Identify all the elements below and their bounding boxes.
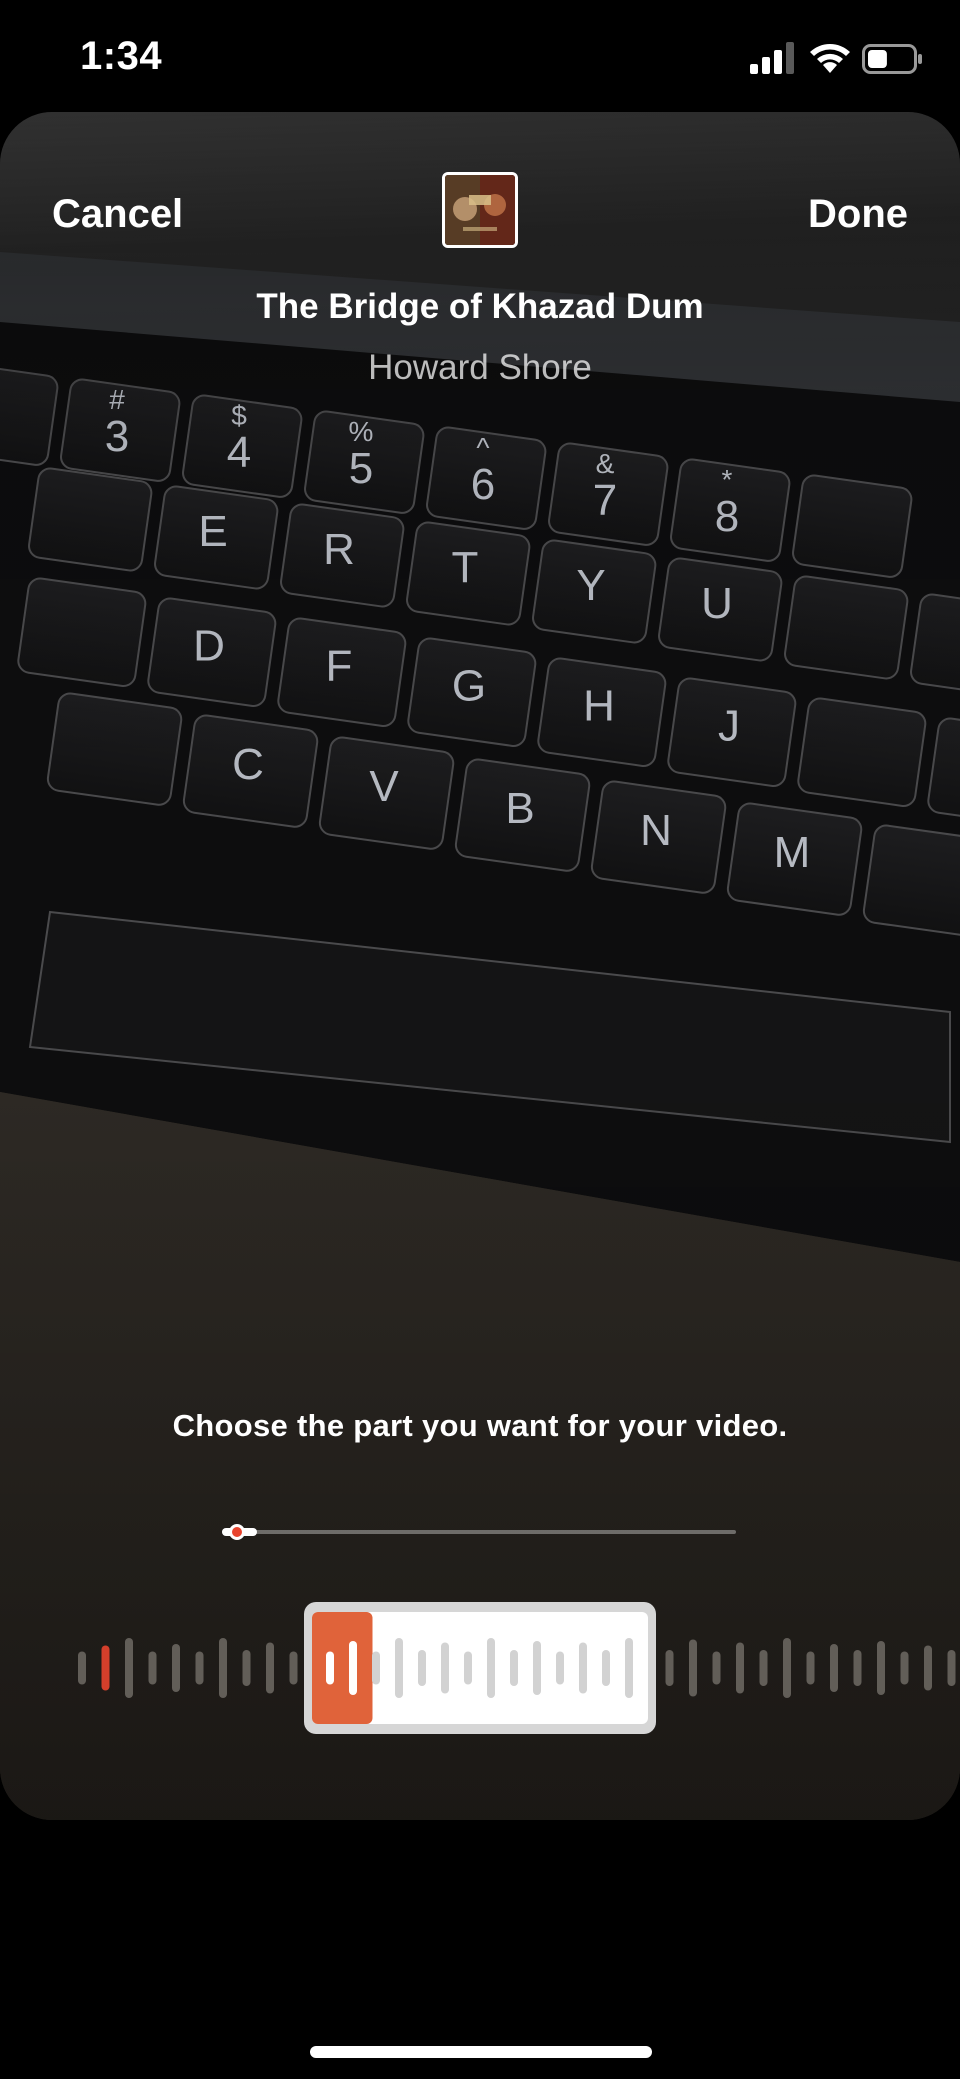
album-art bbox=[442, 172, 518, 248]
waveform-bar bbox=[219, 1638, 227, 1698]
waveform-bar bbox=[806, 1651, 815, 1685]
waveform-bar bbox=[101, 1645, 110, 1691]
selection-waveform-bar bbox=[441, 1642, 449, 1694]
picker-hint: Choose the part you want for your video. bbox=[172, 1408, 788, 1443]
selection-waveform-bar bbox=[625, 1638, 633, 1698]
waveform-bar bbox=[665, 1650, 674, 1686]
waveform-scrubber[interactable] bbox=[0, 1600, 960, 1740]
selection-waveform-bar bbox=[418, 1650, 426, 1686]
waveform-bar bbox=[148, 1651, 157, 1685]
cancel-button[interactable]: Cancel bbox=[52, 192, 183, 237]
selection-waveform-bar bbox=[533, 1641, 541, 1695]
status-bar: 1:34 bbox=[0, 0, 960, 112]
waveform-bar bbox=[195, 1651, 204, 1685]
selection-waveform-bar bbox=[556, 1651, 564, 1685]
waveform-bar bbox=[783, 1638, 791, 1698]
waveform-bar bbox=[947, 1650, 956, 1686]
wifi-icon bbox=[810, 44, 850, 73]
waveform-bar bbox=[78, 1651, 86, 1685]
selection-waveform-bar bbox=[349, 1641, 357, 1695]
waveform-bar bbox=[877, 1641, 885, 1695]
waveform-bar bbox=[712, 1651, 721, 1685]
battery-icon bbox=[862, 44, 922, 74]
selection-waveform-bar bbox=[487, 1638, 495, 1698]
selection-waveform-bar bbox=[464, 1651, 472, 1685]
waveform-bar bbox=[289, 1651, 298, 1685]
waveform-bar bbox=[266, 1642, 274, 1694]
selection-played-fill bbox=[312, 1612, 373, 1724]
waveform-bar bbox=[830, 1644, 838, 1692]
waveform-bar bbox=[172, 1644, 180, 1692]
selection-waveform-bar bbox=[602, 1650, 610, 1686]
waveform-bar bbox=[736, 1642, 744, 1694]
home-indicator bbox=[310, 2046, 652, 2058]
selection-waveform-bar bbox=[326, 1651, 334, 1685]
waveform-bar bbox=[900, 1651, 909, 1685]
selection-waveform-bar bbox=[510, 1650, 518, 1686]
song-title: The Bridge of Khazad Dum bbox=[256, 287, 704, 326]
selection-waveform-bar bbox=[372, 1651, 380, 1685]
waveform-bar bbox=[853, 1650, 862, 1686]
selection-waveform-bar bbox=[395, 1638, 403, 1698]
album-art-image bbox=[445, 175, 515, 245]
waveform-bar bbox=[689, 1639, 697, 1697]
song-progress-track[interactable] bbox=[222, 1524, 736, 1540]
done-button[interactable]: Done bbox=[808, 192, 908, 237]
waveform-bar bbox=[759, 1650, 768, 1686]
signal-icon bbox=[750, 42, 794, 74]
waveform-bar bbox=[242, 1650, 251, 1686]
selection-waveform-bar bbox=[579, 1642, 587, 1694]
status-time: 1:34 bbox=[80, 34, 163, 78]
song-artist: Howard Shore bbox=[368, 348, 592, 387]
waveform-bar bbox=[924, 1645, 932, 1691]
waveform-bar bbox=[125, 1638, 133, 1698]
